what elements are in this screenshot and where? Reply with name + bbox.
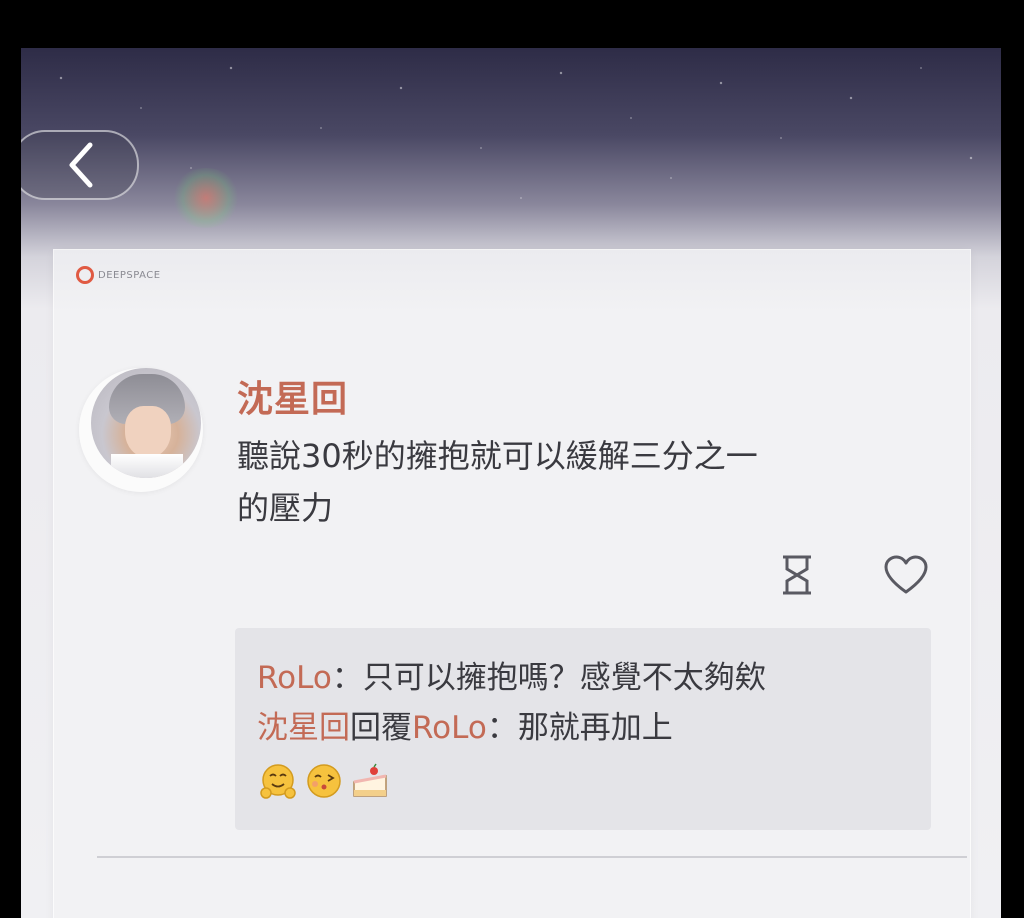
lens-flare-decoration xyxy=(171,168,241,228)
heart-icon xyxy=(884,555,928,594)
post-text: 聽說30秒的擁抱就可以緩解三分之一 的壓力 xyxy=(237,430,917,534)
kissing-face-emoji-icon xyxy=(307,764,341,798)
post-text-line: 聽說30秒的擁抱就可以緩解三分之一 xyxy=(237,437,758,475)
comment-author[interactable]: RoLo xyxy=(257,660,332,696)
chevron-left-icon xyxy=(69,142,93,188)
post-card: DEEPSPACE 沈星回 聽說30秒的擁抱就可以緩解三分之一 的壓力 RoLo… xyxy=(54,250,970,918)
comment-text: 那就再加上 xyxy=(517,710,673,746)
brand-name: DEEPSPACE xyxy=(98,269,161,281)
comment-separator: ： xyxy=(331,660,363,696)
hugging-face-emoji-icon xyxy=(260,764,296,799)
app-window: DEEPSPACE 沈星回 聽說30秒的擁抱就可以緩解三分之一 的壓力 RoLo… xyxy=(21,48,1001,918)
comment-author[interactable]: 沈星回 xyxy=(257,710,350,746)
emoji-row xyxy=(257,760,391,802)
post-author-name[interactable]: 沈星回 xyxy=(237,370,348,422)
comment-text: 只可以擁抱嗎？感覺不太夠欸 xyxy=(362,660,766,696)
hourglass-button[interactable] xyxy=(777,552,817,598)
post-text-line: 的壓力 xyxy=(237,489,334,527)
card-header: DEEPSPACE xyxy=(54,250,970,314)
comment-separator: ： xyxy=(486,710,518,746)
like-button[interactable] xyxy=(880,552,932,598)
divider xyxy=(97,856,967,858)
hourglass-icon xyxy=(783,555,811,595)
back-button[interactable] xyxy=(21,130,139,200)
brand-logo-group: DEEPSPACE xyxy=(76,266,161,284)
starry-sky-background xyxy=(21,48,1001,278)
comments-section: RoLo：只可以擁抱嗎？感覺不太夠欸 沈星回回覆RoLo：那就再加上 xyxy=(235,628,931,830)
reply-target[interactable]: RoLo xyxy=(412,710,487,746)
comment-item: 沈星回回覆RoLo：那就再加上 xyxy=(257,708,673,748)
cake-emoji-icon xyxy=(353,763,387,797)
avatar[interactable] xyxy=(91,368,201,478)
comment-item: RoLo：只可以擁抱嗎？感覺不太夠欸 xyxy=(257,658,766,698)
reply-word: 回覆 xyxy=(350,710,412,746)
brand-logo-icon xyxy=(76,266,94,284)
